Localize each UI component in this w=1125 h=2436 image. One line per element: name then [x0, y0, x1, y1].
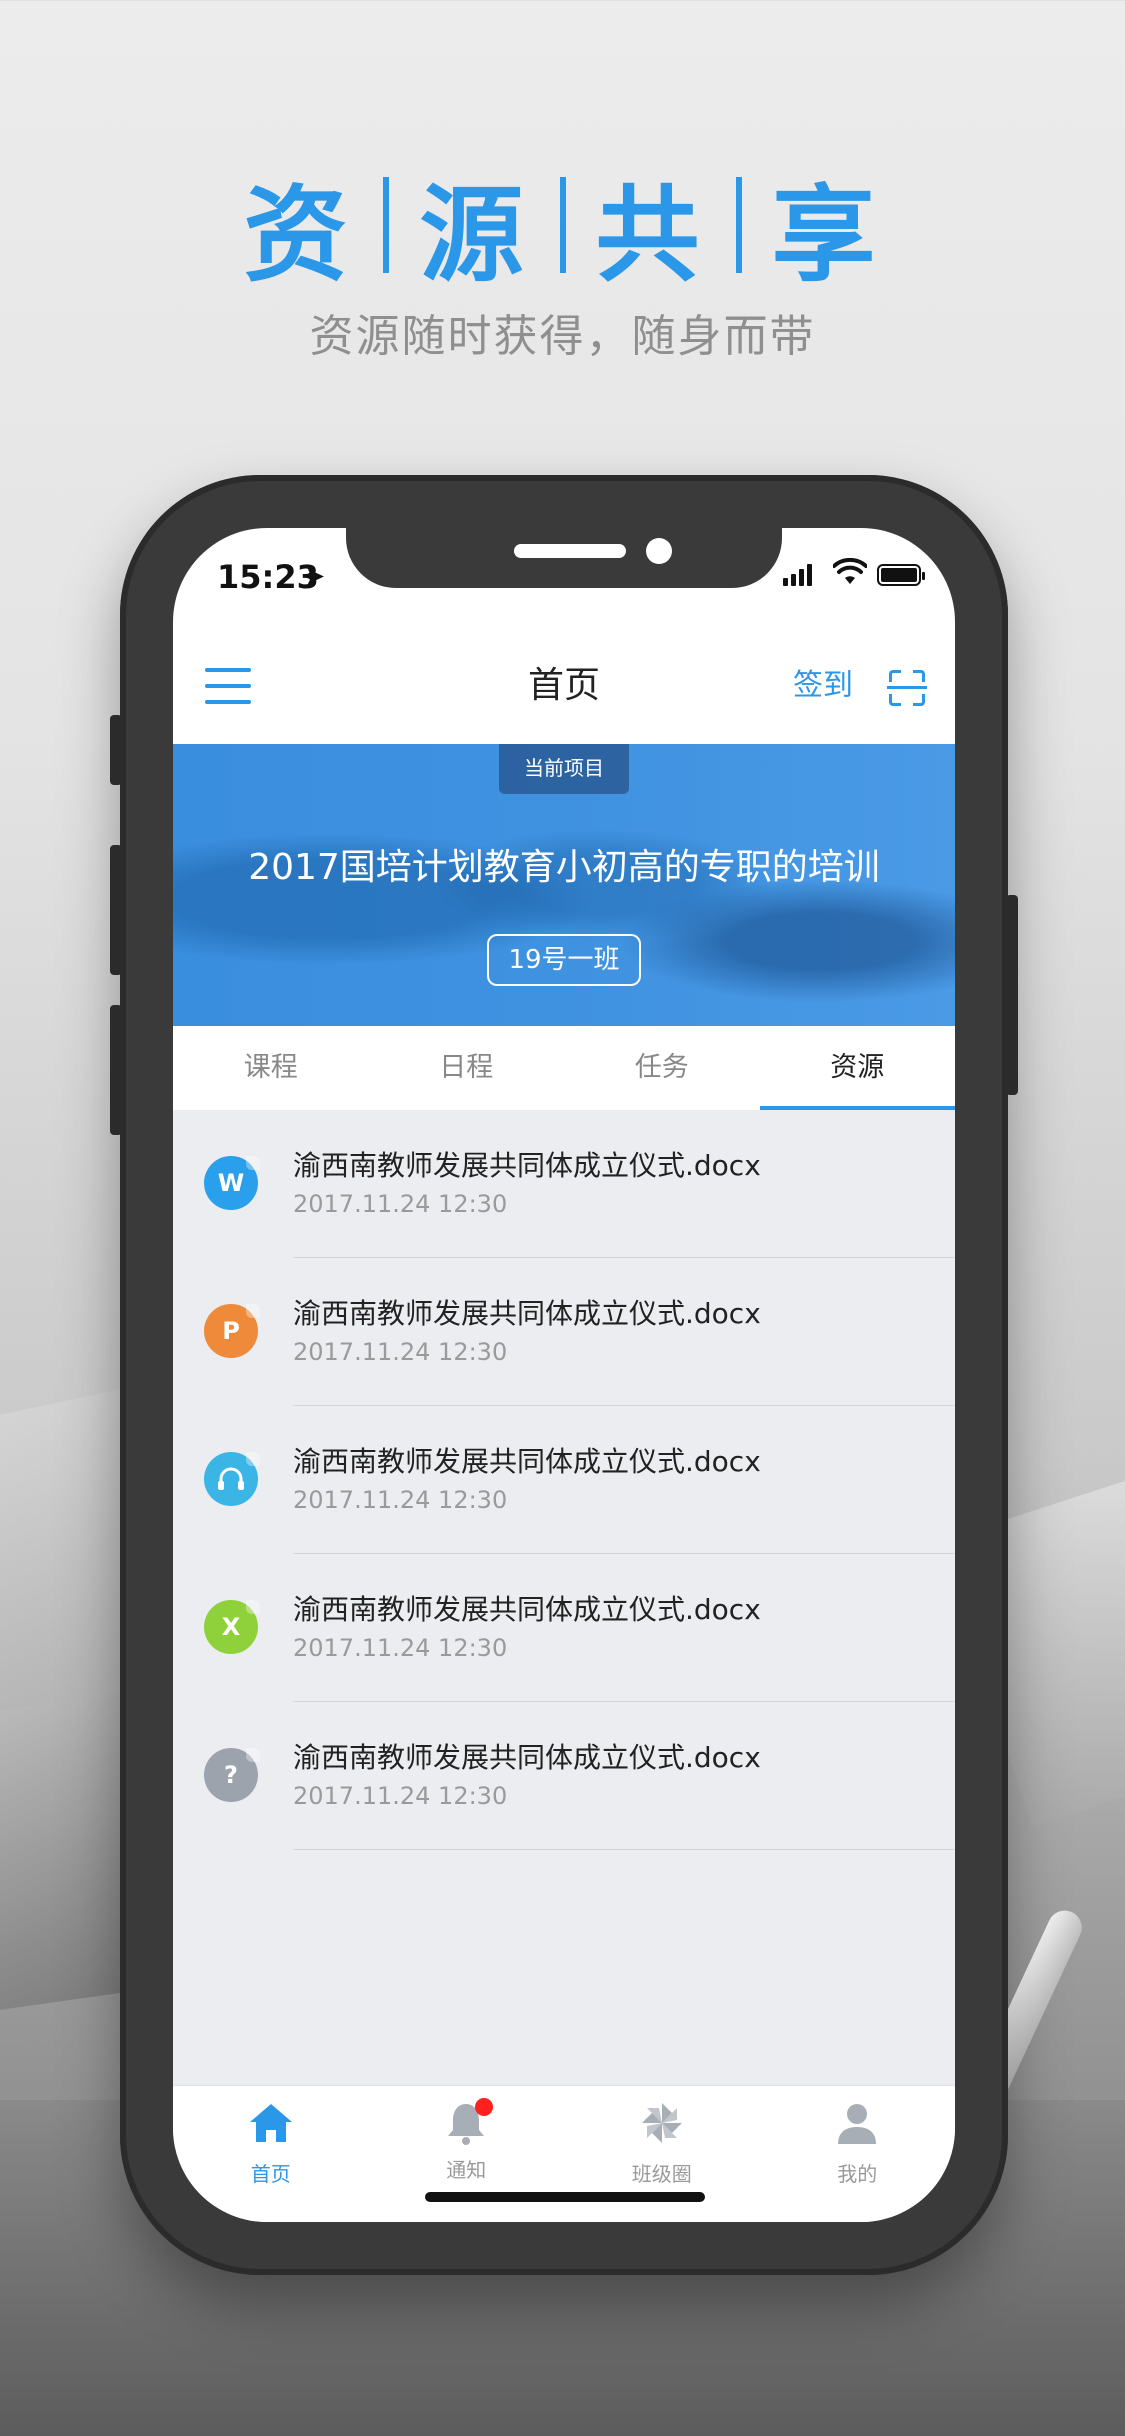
bottom-tab-label: 通知 — [446, 2158, 487, 2182]
phone-volume-up — [110, 845, 122, 975]
excel-file-icon: X — [204, 1600, 260, 1654]
phone-volume-down — [110, 1005, 122, 1135]
headline-char: 享 — [771, 173, 882, 296]
front-camera — [646, 538, 672, 564]
promo-subtitle: 资源随时获得，随身而带 — [309, 311, 816, 362]
phone-power-button — [1006, 895, 1018, 1095]
tab-schedule[interactable]: 日程 — [369, 1026, 565, 1110]
pinwheel-icon — [641, 2103, 682, 2143]
list-item[interactable]: 渝西南教师发展共同体成立仪式.docx 2017.11.24 12:30 — [173, 1406, 955, 1554]
bottom-tab-label: 班级圈 — [631, 2162, 692, 2186]
person-icon — [838, 2104, 877, 2144]
list-item[interactable]: ? 渝西南教师发展共同体成立仪式.docx 2017.11.24 12:30 — [173, 1702, 955, 1850]
current-project-tag: 当前项目 — [499, 744, 629, 794]
headline-char: 资 — [243, 173, 354, 296]
file-time: 2017.11.24 12:30 — [293, 1338, 508, 1366]
scan-icon[interactable] — [887, 670, 927, 706]
list-item[interactable]: W 渝西南教师发展共同体成立仪式.docx 2017.11.24 12:30 — [173, 1110, 955, 1258]
file-time: 2017.11.24 12:30 — [293, 1486, 508, 1514]
bottom-tab-label: 我的 — [837, 2162, 878, 2186]
file-time: 2017.11.24 12:30 — [293, 1782, 508, 1810]
list-item[interactable]: P 渝西南教师发展共同体成立仪式.docx 2017.11.24 12:30 — [173, 1258, 955, 1406]
bottom-tab-profile[interactable]: 我的 — [760, 2086, 956, 2222]
headline-char: 源 — [419, 173, 530, 296]
audio-file-icon — [204, 1452, 260, 1506]
headline-separator — [735, 177, 742, 273]
project-title: 2017国培计划教育小初高的专职的培训 — [248, 847, 880, 888]
file-name: 渝西南教师发展共同体成立仪式.docx — [293, 1297, 761, 1330]
tab-resources[interactable]: 资源 — [759, 1026, 956, 1110]
bottom-tab-label: 首页 — [250, 2162, 291, 2186]
word-file-icon: W — [204, 1156, 260, 1210]
phone-notch — [346, 528, 782, 588]
nav-bar: 首页 签到 — [173, 628, 955, 744]
phone-mute-switch — [110, 715, 122, 785]
notification-badge — [475, 2098, 494, 2116]
headline-char: 共 — [595, 173, 706, 296]
class-selector-button[interactable]: 19号一班 — [487, 934, 641, 986]
resource-list: W 渝西南教师发展共同体成立仪式.docx 2017.11.24 12:30 P… — [173, 1110, 955, 2085]
project-banner[interactable]: 当前项目 2017国培计划教育小初高的专职的培训 19号一班 — [173, 744, 955, 1026]
file-name: 渝西南教师发展共同体成立仪式.docx — [293, 1741, 761, 1774]
cellular-signal-icon — [783, 564, 812, 586]
home-icon — [249, 2104, 292, 2142]
headline-separator — [383, 177, 390, 273]
wifi-icon — [833, 558, 867, 584]
phone-frame: 15:23 ➤ 首页 签到 当前项目 2017国培计划教育小初高的专职的培训 1… — [110, 475, 1018, 2275]
divider — [293, 1849, 955, 1850]
file-name: 渝西南教师发展共同体成立仪式.docx — [293, 1593, 761, 1626]
file-name: 渝西南教师发展共同体成立仪式.docx — [293, 1445, 761, 1478]
promo-headline: 资 源 共 享 — [0, 170, 1125, 296]
speaker — [514, 544, 626, 558]
bottom-tab-home[interactable]: 首页 — [173, 2086, 369, 2222]
ppt-file-icon: P — [204, 1304, 260, 1358]
tab-courses[interactable]: 课程 — [173, 1026, 369, 1110]
headline-separator — [559, 177, 566, 273]
home-indicator[interactable] — [425, 2192, 705, 2202]
app-screen: 15:23 ➤ 首页 签到 当前项目 2017国培计划教育小初高的专职的培训 1… — [173, 528, 955, 2222]
unknown-file-icon: ? — [204, 1748, 260, 1802]
file-name: 渝西南教师发展共同体成立仪式.docx — [293, 1149, 761, 1182]
list-item[interactable]: X 渝西南教师发展共同体成立仪式.docx 2017.11.24 12:30 — [173, 1554, 955, 1702]
sign-in-button[interactable]: 签到 — [793, 628, 853, 744]
tab-bar: 课程 日程 任务 资源 — [173, 1026, 955, 1110]
location-arrow-icon: ➤ — [305, 562, 326, 590]
bell-icon — [443, 2098, 494, 2146]
file-time: 2017.11.24 12:30 — [293, 1634, 508, 1662]
file-time: 2017.11.24 12:30 — [293, 1190, 508, 1218]
status-time: 15:23 — [217, 558, 319, 596]
battery-icon — [877, 564, 925, 586]
tab-tasks[interactable]: 任务 — [564, 1026, 760, 1110]
